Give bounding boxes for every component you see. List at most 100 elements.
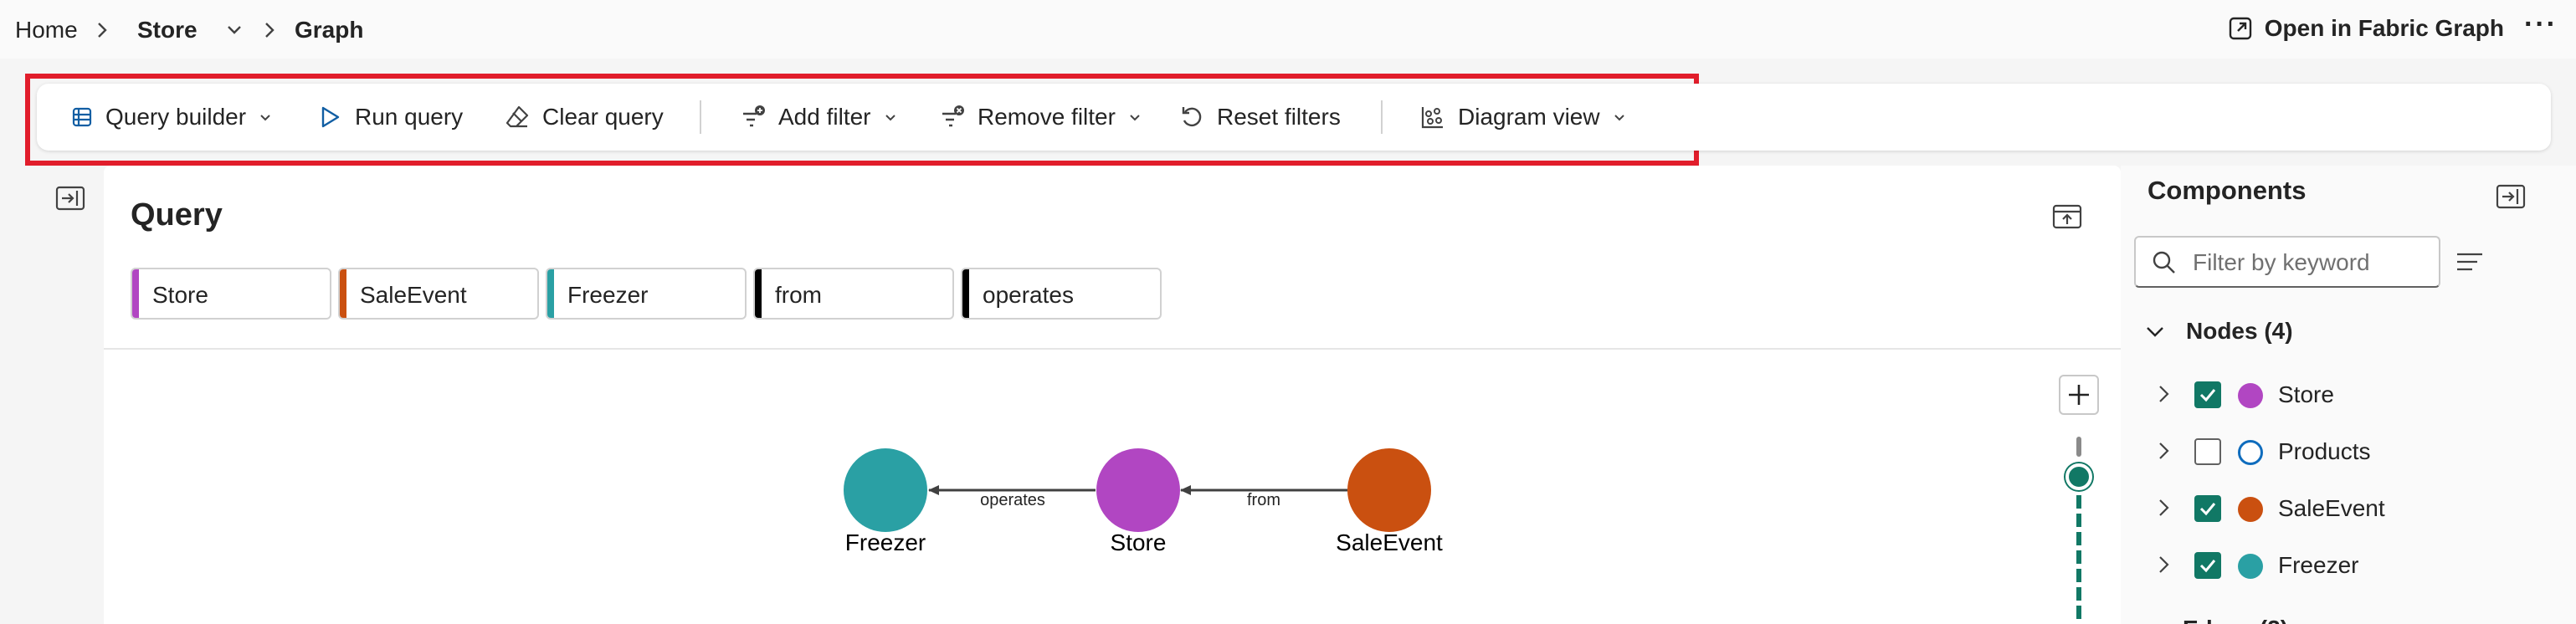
edge-label-operates: operates [980,491,1045,509]
run-query-label: Run query [355,104,464,130]
checkmark-icon [2199,560,2216,573]
run-query-button[interactable]: Run query [316,100,463,134]
remove-filter-button[interactable]: Remove filter [939,100,1142,134]
more-options-icon[interactable]: ··· [2524,10,2558,38]
node-checkbox[interactable] [2194,495,2221,522]
checkmark-icon [2199,503,2216,516]
node-checkbox[interactable] [2194,438,2221,465]
chevron-down-icon [2147,327,2163,337]
diagram-view-button[interactable]: Diagram view [1419,100,1627,134]
chevron-right-icon[interactable] [2153,497,2174,519]
open-in-fabric-graph-button[interactable]: Open in Fabric Graph [2228,12,2504,45]
query-pill-saleevent[interactable]: SaleEvent [338,268,539,320]
node-label-store: Store [1111,529,1167,555]
graph-node-freezer[interactable] [844,448,927,532]
chevron-right-icon[interactable] [2153,383,2174,405]
chevron-down-icon [1614,115,1624,121]
zoom-slider-fill[interactable] [2076,495,2081,624]
zoom-in-button[interactable] [2059,375,2099,415]
expand-panel-icon[interactable] [55,186,85,211]
node-label-freezer: Freezer [845,529,926,555]
diagram-icon [1421,107,1443,129]
breadcrumb-home[interactable]: Home [15,15,78,45]
pill-color-bar [132,269,139,318]
pill-color-bar [340,269,346,318]
node-label: Products [2278,438,2371,464]
query-pill-from[interactable]: from [753,268,954,320]
edges-section-header[interactable]: Edges (2) [2183,614,2288,624]
pill-label: from [775,282,822,308]
node-item-store[interactable]: Store [2153,378,2554,412]
sort-icon[interactable] [2455,249,2484,274]
open-in-fabric-graph-label: Open in Fabric Graph [2264,15,2504,41]
node-label: SaleEvent [2278,495,2385,521]
top-bar: Home Store Graph Open in Fabric Graph ··… [0,0,2576,59]
play-icon [321,106,340,128]
node-checkbox[interactable] [2194,552,2221,579]
node-color-dot [2238,554,2263,579]
node-item-products[interactable]: Products [2153,435,2554,468]
node-item-saleevent[interactable]: SaleEvent [2153,492,2554,525]
chevron-right-icon[interactable] [2153,440,2174,462]
query-pill-store[interactable]: Store [131,268,331,320]
pill-color-bar [962,269,969,318]
chevron-down-icon [260,115,270,121]
node-label: Store [2278,381,2334,407]
left-rail [37,166,104,624]
filter-remove-icon [942,105,964,127]
node-label-saleevent: SaleEvent [1336,529,1443,555]
graph-node-saleevent[interactable] [1347,448,1431,532]
add-filter-label: Add filter [778,104,871,130]
zoom-slider-track[interactable] [2076,437,2081,457]
diagram-view-label: Diagram view [1458,104,1600,130]
node-color-dot [2238,497,2263,522]
clear-query-button[interactable]: Clear query [504,100,664,134]
toolbar-divider [700,100,701,134]
toolbar: Query builder Run query Clear query Add … [37,84,2551,151]
query-pill-freezer[interactable]: Freezer [546,268,747,320]
pill-label: SaleEvent [360,282,467,308]
chevron-right-icon[interactable] [2153,554,2174,575]
open-external-icon [2229,17,2251,40]
graph-node-store[interactable] [1096,448,1180,532]
table-icon [72,107,92,127]
add-filter-button[interactable]: Add filter [740,100,898,134]
breadcrumb-graph: Graph [295,17,364,43]
query-title: Query [131,197,223,233]
remove-filter-label: Remove filter [978,104,1116,130]
collapse-panel-icon[interactable] [2496,184,2526,209]
chevron-down-icon [1130,115,1140,121]
chevron-right-icon [265,23,275,38]
filter-keyword-input[interactable] [2193,248,2427,278]
plus-icon [2069,385,2089,405]
query-pill-operates[interactable]: operates [961,268,1162,320]
chevron-down-icon[interactable] [223,18,246,42]
pill-label: Store [152,282,208,308]
graph-diagram[interactable]: operates from Freezer Store SaleEvent [820,435,1490,569]
checkmark-icon [2199,389,2216,402]
edge-label-from: from [1247,491,1280,509]
filter-add-icon [743,105,765,127]
breadcrumb-store[interactable]: Store [137,15,198,45]
node-label: Freezer [2278,552,2359,578]
pill-color-bar [755,269,762,318]
nodes-heading: Nodes (4) [2186,318,2293,344]
clear-query-label: Clear query [542,104,664,130]
zoom-slider-thumb[interactable] [2065,463,2092,490]
reset-filters-button[interactable]: Reset filters [1178,100,1341,134]
collapse-query-icon[interactable] [2052,204,2082,229]
pill-label: Freezer [567,282,649,308]
node-checkbox[interactable] [2194,381,2221,408]
nodes-section-header[interactable]: Nodes (4) [2144,315,2293,348]
components-title: Components [2148,176,2307,205]
node-color-dot [2238,440,2263,465]
node-item-freezer[interactable]: Freezer [2153,549,2554,582]
filter-search-box[interactable] [2134,236,2440,288]
node-color-dot [2238,383,2263,408]
query-builder-button[interactable]: Query builder [70,100,273,134]
search-icon [2153,251,2175,274]
reset-icon [1182,107,1202,127]
pill-label: operates [983,282,1074,308]
reset-filters-label: Reset filters [1217,104,1341,130]
toolbar-divider [1381,100,1383,134]
